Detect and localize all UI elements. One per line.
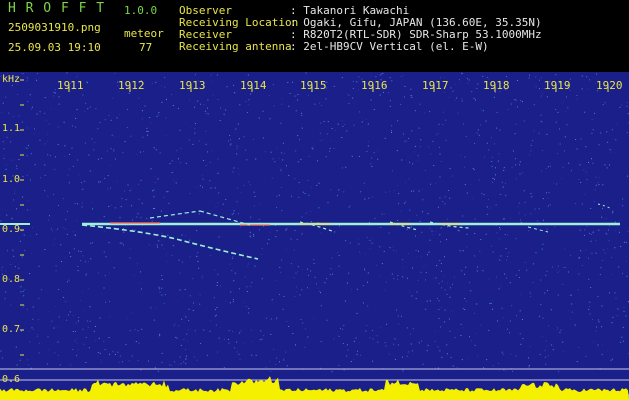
x-tick-label: 1918 bbox=[483, 79, 510, 92]
y-tick-label: 1.0 bbox=[2, 174, 21, 185]
x-tick-label: 1912 bbox=[118, 79, 145, 92]
y-tick-label: 1.1 bbox=[2, 123, 21, 134]
date-time: 25.09.03 19:10 bbox=[8, 41, 101, 54]
y-tick-label: 0.9 bbox=[2, 224, 21, 235]
header-panel: H R O F F T 1.0.0 2509031910.png meteor … bbox=[0, 0, 629, 72]
y-tick-label: 0.8 bbox=[2, 274, 21, 285]
y-tick-label: 0.7 bbox=[2, 324, 21, 335]
spectrogram-background bbox=[0, 72, 629, 400]
y-axis-unit: kHz bbox=[2, 74, 21, 85]
x-tick-label: 1914 bbox=[240, 79, 267, 92]
x-tick-label: 1920 bbox=[596, 79, 623, 92]
x-tick-label: 1911 bbox=[57, 79, 84, 92]
x-tick-label: 1919 bbox=[544, 79, 571, 92]
meteor-label: meteor bbox=[124, 27, 164, 40]
carrier-trace bbox=[0, 222, 620, 226]
x-tick-label: 1917 bbox=[422, 79, 449, 92]
y-tick-label: 0.6 bbox=[2, 374, 21, 385]
spectrogram bbox=[0, 72, 629, 400]
app-logo: H R O F F T bbox=[8, 1, 106, 16]
app-version: 1.0.0 bbox=[124, 4, 158, 17]
x-tick-label: 1915 bbox=[300, 79, 327, 92]
info-value-antenna: : 2el-HB9CV Vertical (el. E-W) bbox=[290, 40, 489, 53]
x-tick-label: 1916 bbox=[361, 79, 388, 92]
file-name: 2509031910.png bbox=[8, 21, 101, 34]
info-label-antenna: Receiving antenna bbox=[179, 40, 292, 53]
x-tick-label: 1913 bbox=[179, 79, 206, 92]
meteor-count: 77 bbox=[139, 41, 153, 54]
